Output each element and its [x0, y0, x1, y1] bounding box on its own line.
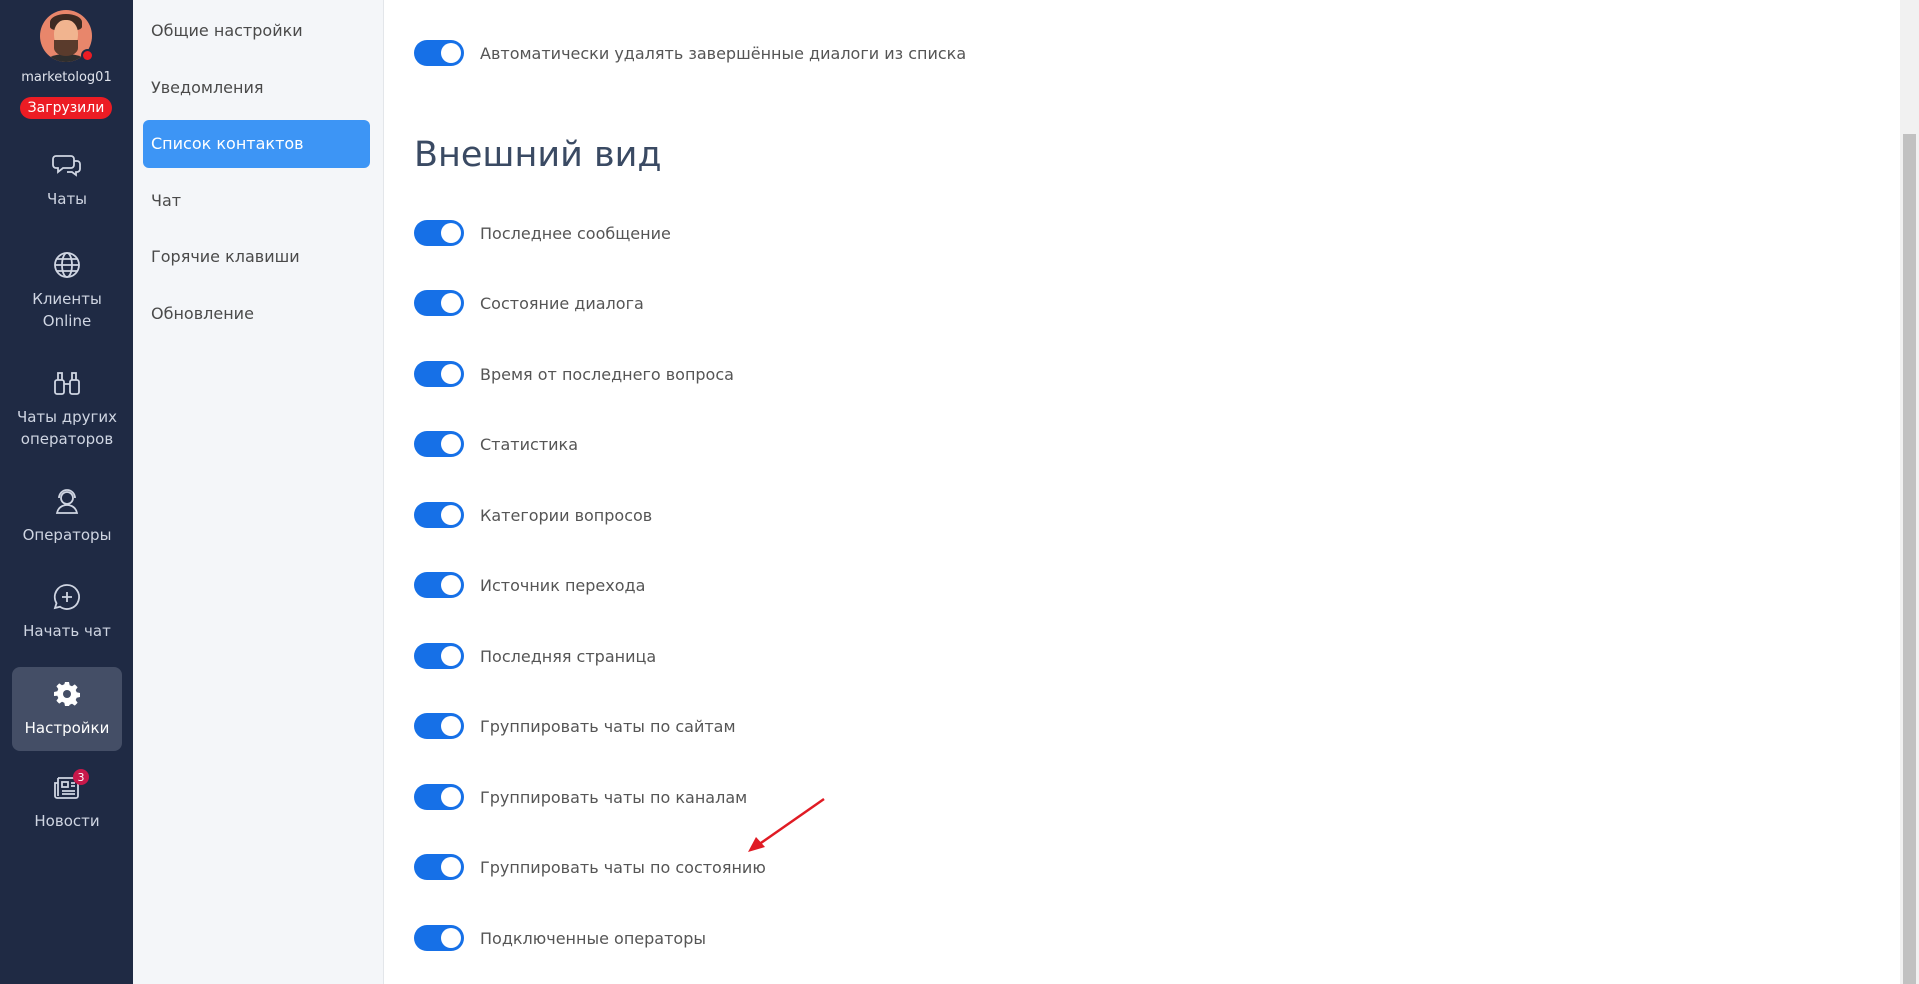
nav-label: Новости: [34, 812, 100, 830]
setting-label: Последняя страница: [480, 646, 657, 666]
submenu-item-chat[interactable]: Чат: [143, 177, 370, 225]
setting-row-last-message: Последнее сообщение: [414, 219, 671, 247]
svg-text:3: 3: [78, 771, 85, 784]
nav-item-clients-online[interactable]: Клиенты Online: [12, 250, 122, 345]
nav-label: Начать чат: [23, 622, 111, 640]
nav-item-settings[interactable]: Настройки: [12, 667, 122, 751]
nav-item-start-chat[interactable]: Начать чат: [12, 582, 122, 662]
setting-label: Подключенные операторы: [480, 928, 706, 948]
submenu-item-update[interactable]: Обновление: [143, 290, 370, 338]
toggle-switch[interactable]: [414, 220, 464, 246]
toggle-switch[interactable]: [414, 290, 464, 316]
submenu-item-general[interactable]: Общие настройки: [143, 7, 370, 55]
setting-row-connected-operators: Подключенные операторы: [414, 924, 706, 952]
setting-row-group-by-channels: Группировать чаты по каналам: [414, 783, 747, 811]
submenu-item-hotkeys[interactable]: Горячие клавиши: [143, 233, 370, 281]
setting-row-statistics: Статистика: [414, 430, 578, 458]
setting-label: Время от последнего вопроса: [480, 364, 734, 384]
nav-item-operators[interactable]: Операторы: [12, 486, 122, 566]
setting-row-auto-remove: Автоматически удалять завершённые диалог…: [414, 39, 966, 67]
nav-label: Чаты: [46, 190, 88, 208]
nav-label: Чаты других операторов: [16, 408, 118, 448]
gear-icon: [54, 682, 80, 706]
setting-row-group-by-state: Группировать чаты по состоянию: [414, 853, 766, 881]
username: marketolog01: [21, 70, 112, 85]
chat-bubbles-icon: [52, 155, 81, 177]
nav-label: Операторы: [22, 526, 112, 544]
chat-plus-icon: [53, 584, 80, 610]
setting-label: Группировать чаты по каналам: [480, 787, 748, 807]
setting-row-last-page: Последняя страница: [414, 642, 656, 670]
toggle-switch[interactable]: [414, 854, 464, 880]
vertical-scrollbar[interactable]: [1900, 0, 1919, 984]
section-title-appearance: Внешний вид: [414, 135, 662, 175]
setting-row-question-categories: Категории вопросов: [414, 501, 652, 529]
settings-submenu: Общие настройки Уведомления Список конта…: [133, 0, 384, 984]
toggle-switch[interactable]: [414, 572, 464, 598]
toggle-switch[interactable]: [414, 502, 464, 528]
nav-label: Клиенты Online: [32, 290, 102, 330]
annotation-arrow-icon: [748, 797, 825, 852]
nav-item-other-operators-chats[interactable]: Чаты других операторов: [12, 368, 122, 463]
toggle-switch[interactable]: [414, 431, 464, 457]
setting-label: Автоматически удалять завершённые диалог…: [480, 43, 967, 63]
nav-item-news[interactable]: Новости 3: [12, 769, 122, 852]
setting-label: Последнее сообщение: [480, 223, 671, 243]
news-count-badge: 3: [73, 769, 89, 785]
main-nav: marketolog01 Загрузили Чаты Клиенты Onlin…: [0, 0, 133, 984]
setting-row-time-since-question: Время от последнего вопроса: [414, 360, 734, 388]
binoculars-icon: [54, 372, 80, 395]
nav-label: Настройки: [24, 719, 110, 737]
setting-label: Группировать чаты по сайтам: [480, 716, 736, 736]
toggle-switch[interactable]: [414, 784, 464, 810]
toggle-switch[interactable]: [414, 713, 464, 739]
nav-item-chats[interactable]: Чаты: [12, 150, 122, 230]
status-badge[interactable]: Загрузили: [20, 97, 112, 119]
online-status-dot: [81, 49, 94, 62]
toggle-switch[interactable]: [414, 40, 464, 66]
globe-icon: [54, 252, 80, 278]
user-profile[interactable]: marketolog01 Загрузили: [0, 0, 133, 125]
toggle-switch[interactable]: [414, 361, 464, 387]
setting-row-dialog-state: Состояние диалога: [414, 289, 644, 317]
settings-content: Автоматически удалять завершённые диалог…: [384, 0, 1900, 984]
submenu-item-contact-list[interactable]: Список контактов: [143, 120, 370, 168]
operator-headset-icon: [55, 489, 79, 514]
setting-label: Статистика: [480, 434, 578, 454]
setting-label: Источник перехода: [480, 575, 646, 595]
setting-row-group-by-sites: Группировать чаты по сайтам: [414, 712, 736, 740]
submenu-item-notifications[interactable]: Уведомления: [143, 64, 370, 112]
setting-label: Группировать чаты по состоянию: [480, 857, 766, 877]
setting-label: Категории вопросов: [480, 505, 653, 525]
setting-row-referral-source: Источник перехода: [414, 571, 645, 599]
setting-label: Состояние диалога: [480, 293, 644, 313]
scrollbar-thumb[interactable]: [1903, 134, 1916, 984]
toggle-switch[interactable]: [414, 643, 464, 669]
toggle-switch[interactable]: [414, 925, 464, 951]
